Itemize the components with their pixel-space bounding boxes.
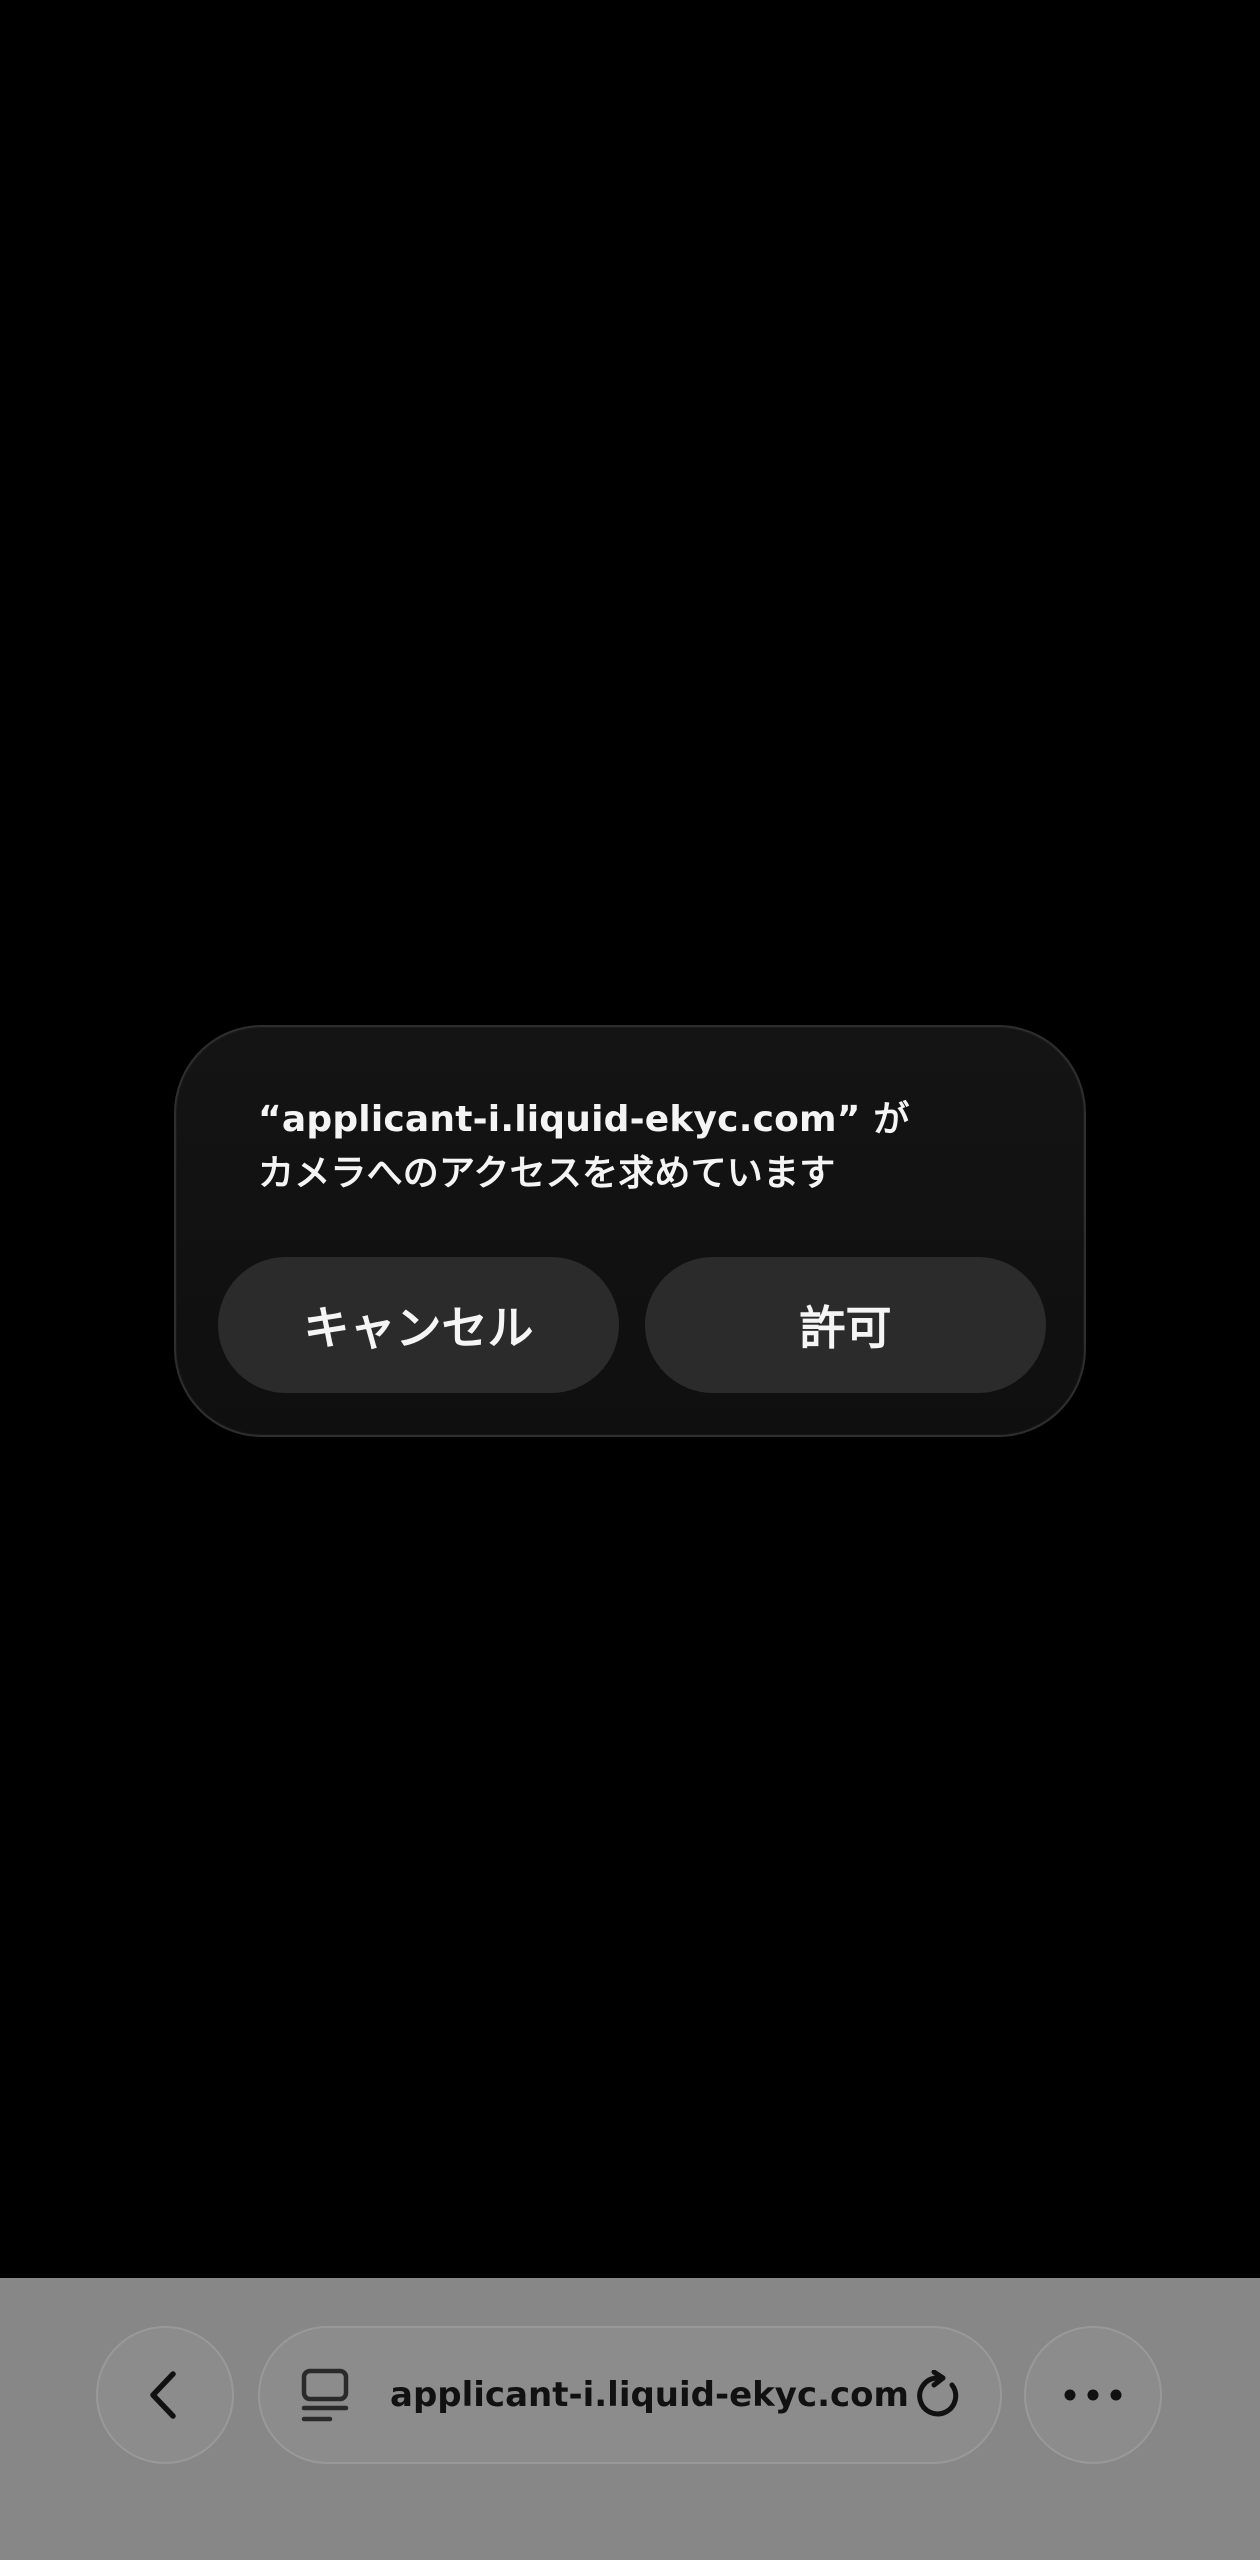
more-button[interactable] — [1024, 2326, 1162, 2464]
back-button[interactable] — [96, 2326, 234, 2464]
dialog-buttons: キャンセル 許可 — [218, 1257, 1046, 1393]
tab-overview-icon[interactable] — [300, 2368, 352, 2424]
dialog-message-line-2: カメラへのアクセスを求めています — [258, 1153, 836, 1194]
address-bar[interactable]: applicant-i.liquid-ekyc.com — [258, 2326, 1002, 2464]
cancel-button[interactable]: キャンセル — [218, 1257, 619, 1393]
chevron-left-icon — [150, 2371, 176, 2419]
dialog-message-line-1: “applicant-i.liquid-ekyc.com” が — [258, 1099, 910, 1140]
address-text[interactable]: applicant-i.liquid-ekyc.com — [390, 2328, 909, 2462]
allow-button[interactable]: 許可 — [645, 1257, 1046, 1393]
dialog-message: “applicant-i.liquid-ekyc.com” が カメラへのアクセ… — [258, 1093, 1018, 1201]
reload-icon[interactable] — [912, 2370, 964, 2422]
camera-permission-dialog: “applicant-i.liquid-ekyc.com” が カメラへのアクセ… — [174, 1025, 1086, 1437]
screen: “applicant-i.liquid-ekyc.com” が カメラへのアクセ… — [0, 0, 1260, 2560]
browser-toolbar: applicant-i.liquid-ekyc.com — [0, 2278, 1260, 2560]
ellipsis-icon — [1064, 2389, 1122, 2401]
